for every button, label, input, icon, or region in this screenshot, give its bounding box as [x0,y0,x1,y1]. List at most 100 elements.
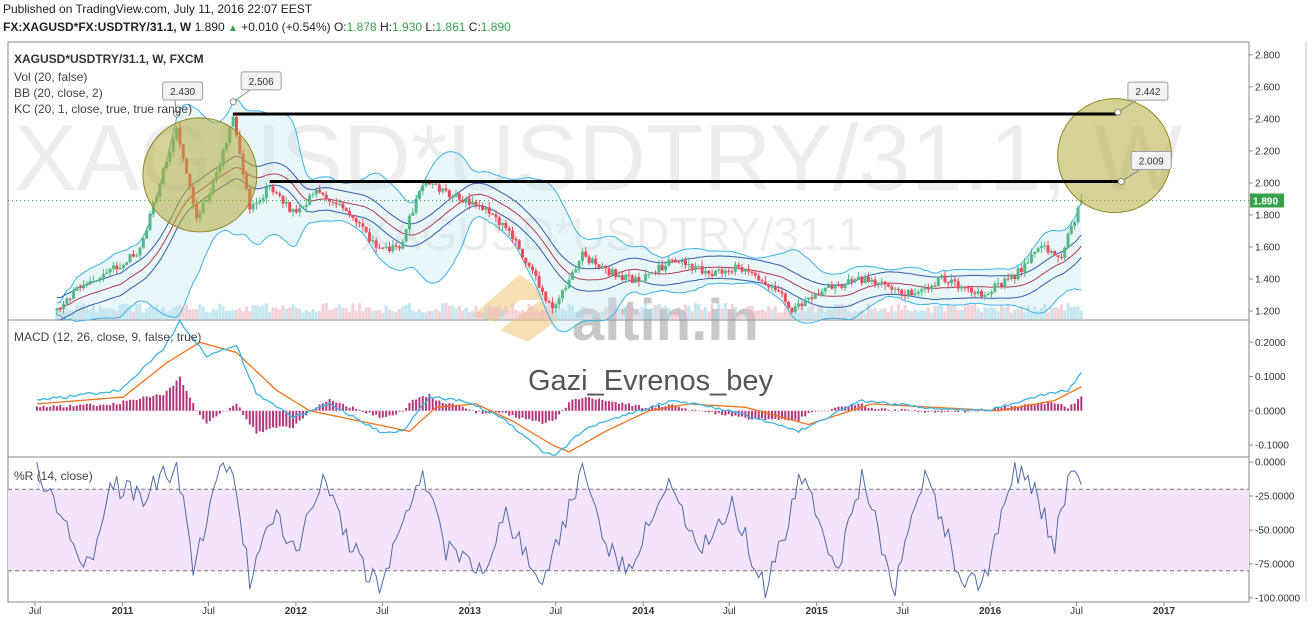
candle-body [750,271,754,273]
candle-body [324,194,328,200]
candle-body [570,272,574,280]
candle-body [743,268,747,272]
candle-body [936,277,940,287]
candle-body [870,279,874,282]
volume-bar [634,309,638,319]
candle-body [1023,263,1027,273]
candle-body [254,202,258,205]
macd-hist-bar [804,410,807,417]
candle-body [640,280,644,282]
volume-bar [437,311,441,319]
volume-bar [417,309,421,319]
macd-hist-bar [1076,399,1079,411]
candle-body [890,286,894,290]
volume-bar [1006,304,1010,319]
candle-body [923,287,927,290]
last-price-label: 1.890 [1253,197,1278,208]
macd-hist-bar [468,409,471,411]
candle-body [963,287,967,289]
macd-hist-bar [584,397,587,411]
candle-body [594,258,598,265]
macd-hist-bar [351,406,354,411]
indicator-legend-label: Vol (20, false) [14,70,87,84]
candle-body [730,271,734,273]
candle-body [81,285,85,289]
candle-body [1029,254,1033,263]
volume-bar [511,303,515,319]
macd-hist-bar [408,402,411,411]
macd-hist-bar [614,401,617,411]
macd-hist-bar [904,409,907,411]
candle-body [727,270,731,272]
macd-hist-bar [830,408,833,411]
volume-bar [145,308,149,319]
candle-body [111,265,115,269]
candle-body [926,287,930,290]
volume-bar [205,312,209,319]
macd-hist-bar [721,410,724,415]
macd-hist-bar [518,410,521,419]
chart-canvas[interactable]: XAGUSD*USDTRY/31.1, W XAGUSD*USDTRY/31.1… [0,0,1314,624]
macd-hist-bar [445,404,448,411]
macd-hist-bar [820,410,823,412]
volume-bar [943,311,947,319]
candle-body [1046,245,1050,253]
volume-bar [215,309,219,319]
macd-hist-bar [588,397,591,411]
volume-bar [996,311,1000,319]
volume-bar [990,306,994,319]
x-tick-label: Jul [723,606,736,617]
macd-hist-bar [395,410,398,415]
candle-body [560,289,564,299]
volume-bar [707,311,711,319]
macd-hist-bar [574,398,577,411]
volume-bar [1016,309,1020,319]
macd-hist-bar [142,396,145,411]
volume-bar [321,303,325,319]
candle-body [876,282,880,285]
volume-bar [760,309,764,319]
candle-body [737,264,741,268]
macd-hist-bar [920,410,923,412]
macd-hist-bar [950,410,953,412]
x-tick-label: Jul [29,606,42,617]
highlight-circle [142,117,258,233]
candle-body [1043,245,1047,247]
volume-bar [301,312,305,319]
candle-body [793,306,797,313]
candle-body [590,258,594,264]
candle-body [314,189,318,195]
volume-bar [624,306,628,319]
macd-hist-bar [1043,404,1046,411]
volume-bar [644,303,648,319]
macd-hist-bar [172,385,175,411]
volume-bar [281,305,285,319]
candle-body [797,303,801,307]
candle-body [973,292,977,294]
macd-hist-bar [1033,404,1036,411]
volume-bar [348,311,352,319]
volume-bar [660,306,664,319]
macd-hist-bar [425,397,428,411]
candle-body [770,286,774,288]
macd-hist-bar [252,410,255,428]
volume-bar [421,312,425,319]
macd-hist-bar [711,410,714,412]
candle-body [1076,207,1080,223]
macd-hist-bar [677,406,680,411]
volume-bar [258,306,262,319]
candle-body [1073,222,1077,226]
macd-hist-bar [890,410,893,412]
macd-hist-bar [1070,404,1073,411]
macd-hist-bar [368,410,371,413]
x-tick-label: Jul [376,606,389,617]
candle-body [1003,278,1007,287]
macd-hist-bar [461,406,464,411]
macd-hist-bar [175,380,178,411]
candle-body [999,283,1003,287]
candle-body [534,270,538,276]
volume-bar [131,311,135,319]
macd-hist-bar [49,406,52,411]
volume-bar [198,304,202,319]
candle-body [856,276,860,280]
